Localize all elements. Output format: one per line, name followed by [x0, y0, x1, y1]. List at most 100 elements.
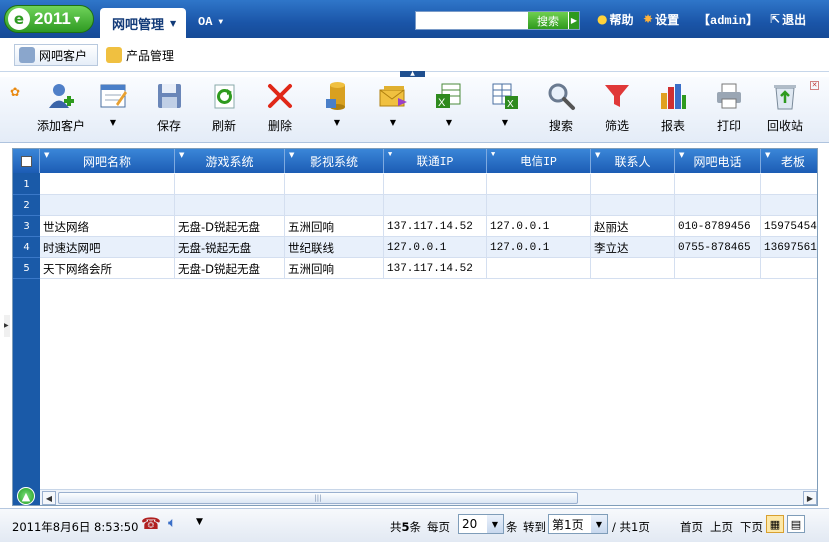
- scroll-right-icon[interactable]: ▶: [803, 491, 817, 505]
- cell-game-system[interactable]: 无盘-D锐起无盘: [175, 216, 285, 237]
- cell-phone[interactable]: [675, 258, 761, 279]
- scroll-to-top-icon[interactable]: ▲: [17, 487, 35, 505]
- scrollbar-thumb[interactable]: |||: [58, 492, 578, 504]
- cell-phone[interactable]: [675, 174, 761, 195]
- col-header-telecom-ip[interactable]: ▼ 电信IP: [487, 149, 591, 173]
- tab-wangba-management[interactable]: 网吧管理 ▼: [100, 8, 186, 38]
- cell-phone[interactable]: 0755-878465: [675, 237, 761, 258]
- edit-dropdown-button[interactable]: ▼: [85, 81, 141, 139]
- cell-name[interactable]: 世达网络: [40, 216, 175, 237]
- cell-video-system[interactable]: 世纪联线: [285, 237, 384, 258]
- next-page-link[interactable]: 下页: [740, 519, 763, 535]
- cell-unicom-ip[interactable]: 137.117.14.52: [384, 216, 487, 237]
- cell-name[interactable]: [40, 174, 175, 195]
- recycle-bin-button[interactable]: 回收站: [757, 81, 813, 139]
- cell-name[interactable]: 天下网络会所: [40, 258, 175, 279]
- grid-view-icon[interactable]: ▦: [766, 515, 784, 533]
- print-button[interactable]: 打印: [701, 81, 757, 139]
- col-header-name[interactable]: ▼ 网吧名称: [40, 149, 175, 173]
- settings-link[interactable]: ✸ 设置: [643, 10, 679, 28]
- delete-label: 删除: [267, 119, 292, 133]
- page-value: 第1页: [552, 517, 584, 532]
- horizontal-scrollbar[interactable]: ◀ ||| ▶: [40, 489, 817, 505]
- logout-link[interactable]: ⇱ 退出: [770, 10, 806, 28]
- search-input[interactable]: [416, 12, 528, 29]
- cell-game-system[interactable]: 无盘-锐起无盘: [175, 237, 285, 258]
- search-toolbar-button[interactable]: 搜索: [533, 81, 589, 139]
- export-excel-dropdown-button[interactable]: X ▼: [421, 81, 477, 139]
- cell-video-system[interactable]: [285, 195, 384, 216]
- cell-boss[interactable]: [761, 174, 817, 195]
- delete-button[interactable]: 删除: [252, 81, 308, 139]
- cell-boss[interactable]: 13697561: [761, 237, 817, 258]
- subtab-wangba-customers[interactable]: 网吧客户: [14, 44, 98, 66]
- cell-name[interactable]: [40, 195, 175, 216]
- tab-oa[interactable]: OA ▼: [190, 10, 223, 34]
- sidebar-expand-handle[interactable]: ▶: [4, 315, 10, 337]
- search-button[interactable]: 搜索: [528, 12, 568, 29]
- cell-boss[interactable]: 15975454: [761, 216, 817, 237]
- cell-game-system[interactable]: [175, 195, 285, 216]
- table-row[interactable]: 4 时速达网吧 无盘-锐起无盘 世纪联线 127.0.0.1 127.0.0.1…: [13, 237, 817, 258]
- help-link[interactable]: ● 帮助: [597, 10, 634, 28]
- table-row[interactable]: 2: [13, 195, 817, 216]
- cell-boss[interactable]: [761, 258, 817, 279]
- per-page-select[interactable]: 20 ▼: [458, 514, 504, 534]
- report-button[interactable]: 报表: [645, 81, 701, 139]
- cell-telecom-ip[interactable]: [487, 195, 591, 216]
- col-header-contact[interactable]: ▼ 联系人: [591, 149, 675, 173]
- cell-unicom-ip[interactable]: [384, 174, 487, 195]
- col-header-phone[interactable]: ▼ 网吧电话: [675, 149, 761, 173]
- table-row[interactable]: 1: [13, 174, 817, 195]
- cell-contact[interactable]: [591, 195, 675, 216]
- table-row[interactable]: 5 天下网络会所 无盘-D锐起无盘 五洲回响 137.117.14.52: [13, 258, 817, 279]
- cell-phone[interactable]: 010-8789456: [675, 216, 761, 237]
- excel-export-icon: X: [433, 81, 465, 111]
- cell-telecom-ip[interactable]: 127.0.0.1: [487, 237, 591, 258]
- select-all-checkbox[interactable]: [13, 149, 40, 173]
- phone-icon[interactable]: ☎: [141, 514, 161, 533]
- cell-unicom-ip[interactable]: [384, 195, 487, 216]
- cell-telecom-ip[interactable]: [487, 258, 591, 279]
- settings-gear-icon[interactable]: ✿: [10, 85, 20, 99]
- col-header-unicom-ip[interactable]: ▼ 联通IP: [384, 149, 487, 173]
- import-excel-dropdown-button[interactable]: X ▼: [477, 81, 533, 139]
- cell-video-system[interactable]: 五洲回响: [285, 216, 384, 237]
- mail-dropdown-button[interactable]: ▼: [365, 81, 421, 139]
- list-view-icon[interactable]: ▤: [787, 515, 805, 533]
- cell-unicom-ip[interactable]: 127.0.0.1: [384, 237, 487, 258]
- first-page-link[interactable]: 首页: [680, 519, 703, 535]
- scroll-left-icon[interactable]: ◀: [42, 491, 56, 505]
- chevron-right-icon[interactable]: ▶: [568, 12, 579, 29]
- prev-page-link[interactable]: 上页: [710, 519, 733, 535]
- cell-contact[interactable]: [591, 258, 675, 279]
- chevron-down-icon[interactable]: ▼: [196, 517, 203, 527]
- add-customer-button[interactable]: 添加客户: [33, 81, 89, 139]
- cell-game-system[interactable]: [175, 174, 285, 195]
- cell-contact[interactable]: [591, 174, 675, 195]
- cell-phone[interactable]: [675, 195, 761, 216]
- goto-label: 转到: [523, 520, 546, 534]
- database-dropdown-button[interactable]: ▼: [309, 81, 365, 139]
- cell-boss[interactable]: [761, 195, 817, 216]
- cell-telecom-ip[interactable]: 127.0.0.1: [487, 216, 591, 237]
- subtab-product-management[interactable]: 产品管理: [106, 44, 174, 66]
- cell-video-system[interactable]: [285, 174, 384, 195]
- page-select[interactable]: 第1页 ▼: [548, 514, 608, 534]
- speaker-icon[interactable]: 🔈︎: [168, 515, 176, 531]
- cell-name[interactable]: 时速达网吧: [40, 237, 175, 258]
- col-header-boss[interactable]: ▼ 老板: [761, 149, 817, 173]
- cell-game-system[interactable]: 无盘-D锐起无盘: [175, 258, 285, 279]
- refresh-button[interactable]: 刷新: [196, 81, 252, 139]
- cell-contact[interactable]: 赵丽达: [591, 216, 675, 237]
- cell-video-system[interactable]: 五洲回响: [285, 258, 384, 279]
- filter-button[interactable]: 筛选: [589, 81, 645, 139]
- save-button[interactable]: 保存: [141, 81, 197, 139]
- col-header-video-system[interactable]: ▼ 影视系统: [285, 149, 384, 173]
- col-header-game-system[interactable]: ▼ 游戏系统: [175, 149, 285, 173]
- table-row[interactable]: 3 世达网络 无盘-D锐起无盘 五洲回响 137.117.14.52 127.0…: [13, 216, 817, 237]
- app-logo[interactable]: e 2011 ▼: [4, 5, 94, 33]
- cell-contact[interactable]: 李立达: [591, 237, 675, 258]
- cell-unicom-ip[interactable]: 137.117.14.52: [384, 258, 487, 279]
- cell-telecom-ip[interactable]: [487, 174, 591, 195]
